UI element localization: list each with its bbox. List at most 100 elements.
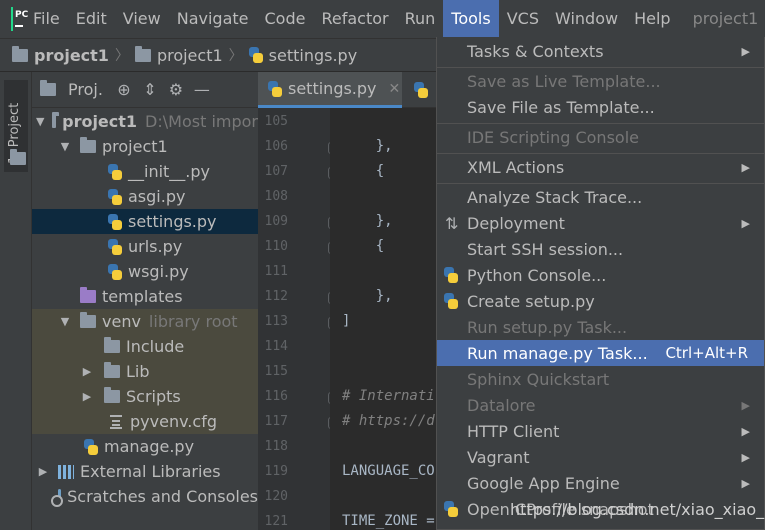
chevron-right-icon[interactable]: ▶: [80, 365, 94, 378]
menu-item-create-setup-py[interactable]: Create setup.py: [437, 288, 764, 314]
tree-item-asgi-py[interactable]: asgi.py: [32, 184, 258, 209]
tree-item-urls-py[interactable]: urls.py: [32, 234, 258, 259]
collapse-all-icon[interactable]: ⇕: [137, 80, 163, 99]
python-file-icon: [414, 82, 428, 98]
config-file-icon: [110, 414, 122, 429]
menu-vcs[interactable]: VCS: [499, 0, 547, 38]
tool-window-strip: 1: Project: [0, 72, 32, 530]
code-line: ]: [342, 313, 351, 329]
breadcrumb-item-root[interactable]: project1: [12, 45, 109, 65]
tree-item-templates[interactable]: templates: [32, 284, 258, 309]
chevron-right-icon[interactable]: ▶: [80, 390, 94, 403]
folder-icon: [40, 80, 56, 96]
chevron-right-icon: ▶: [741, 424, 750, 438]
line-number: 111: [264, 264, 288, 279]
tree-item-lib[interactable]: ▶ Lib: [32, 359, 258, 384]
line-number: 113: [264, 314, 288, 329]
window-project-title: project1: [692, 9, 759, 28]
menu-item-analyze-stack-trace[interactable]: Analyze Stack Trace...: [437, 184, 764, 210]
chevron-right-icon[interactable]: ▶: [36, 465, 50, 478]
folder-icon: [52, 112, 59, 128]
tree-item-scratches[interactable]: Scratches and Consoles: [32, 484, 258, 509]
menu-tools[interactable]: Tools: [443, 0, 499, 38]
chevron-right-icon: 〉: [228, 48, 243, 64]
breadcrumb-item-file[interactable]: settings.py: [248, 46, 357, 65]
folder-icon: [104, 362, 120, 378]
locate-icon[interactable]: ⊕: [111, 80, 137, 99]
tree-item-settings-py[interactable]: settings.py: [32, 209, 258, 234]
library-icon: [58, 464, 74, 479]
folder-icon: [104, 337, 120, 353]
chevron-down-icon[interactable]: ▼: [58, 315, 72, 328]
minimize-icon[interactable]: —: [189, 80, 215, 99]
shortcut-label: Ctrl+Alt+R: [665, 344, 748, 362]
code-line: },: [342, 138, 393, 154]
menu-item-save-file-template[interactable]: Save File as Template...: [437, 94, 764, 120]
menu-item-tasks-contexts[interactable]: Tasks & Contexts ▶: [437, 38, 764, 64]
menu-code[interactable]: Code: [257, 0, 314, 38]
menu-item-python-console[interactable]: Python Console...: [437, 262, 764, 288]
tree-item-venv[interactable]: ▼ venv library root: [32, 309, 258, 334]
chevron-right-icon: ▶: [741, 398, 750, 412]
chevron-right-icon: ▶: [741, 160, 750, 174]
tree-item-external-libraries[interactable]: ▶ External Libraries: [32, 459, 258, 484]
close-icon[interactable]: ✕: [389, 81, 401, 97]
menu-navigate[interactable]: Navigate: [169, 0, 257, 38]
tree-item-init-py[interactable]: __init__.py: [32, 159, 258, 184]
line-number: 115: [264, 364, 288, 379]
menu-item-datalore: Datalore ▶: [467, 395, 750, 415]
python-file-icon: [108, 263, 122, 280]
menu-item-google-app-engine[interactable]: Google App Engine ▶: [437, 470, 764, 496]
menu-help[interactable]: Help: [626, 0, 678, 38]
breadcrumb-item-package[interactable]: project1: [134, 45, 223, 65]
folder-icon: [10, 149, 26, 165]
menu-item-http-client[interactable]: HTTP Client ▶: [437, 418, 764, 444]
folder-icon: [134, 45, 151, 62]
chevron-right-icon: ▶: [741, 44, 750, 58]
menu-item-deployment[interactable]: ⇅ Deployment ▶: [437, 210, 764, 236]
python-file-icon: [108, 238, 122, 255]
line-number: 118: [264, 439, 288, 454]
tree-item-wsgi-py[interactable]: wsgi.py: [32, 259, 258, 284]
line-number: 112: [264, 289, 288, 304]
code-line: },: [342, 288, 393, 304]
watermark-text: https://blog.csdn.net/xiao_xiao_lan: [510, 500, 765, 519]
python-file-icon: [268, 80, 282, 97]
chevron-right-icon: ▶: [741, 476, 750, 490]
menu-item-run-manage-py-task[interactable]: Run manage.py Task... Ctrl+Alt+R: [437, 340, 764, 366]
menu-view[interactable]: View: [115, 0, 169, 38]
tab-settings-py[interactable]: settings.py ✕: [258, 72, 402, 108]
code-line: LANGUAGE_CO: [342, 463, 435, 479]
project-view-selector[interactable]: Proj.: [68, 80, 103, 99]
menu-item-save-live-template: Save as Live Template...: [467, 71, 661, 91]
folder-icon: [80, 137, 96, 153]
chevron-right-icon: ▶: [741, 216, 750, 230]
line-number: 108: [264, 189, 288, 204]
python-icon: [444, 293, 458, 309]
tree-item-include[interactable]: Include: [32, 334, 258, 359]
folder-icon: [80, 312, 96, 328]
pycharm-logo-icon: PC: [11, 7, 28, 31]
menu-run[interactable]: Run: [397, 0, 444, 38]
tree-item-manage-py[interactable]: manage.py: [32, 434, 258, 459]
line-number: 110: [264, 239, 288, 254]
menu-item-vagrant[interactable]: Vagrant ▶: [437, 444, 764, 470]
tree-item-project1-root[interactable]: ▼ project1 D:\Most impor: [32, 109, 258, 134]
tree-item-scripts[interactable]: ▶ Scripts: [32, 384, 258, 409]
chevron-down-icon[interactable]: ▼: [36, 115, 44, 128]
menu-window[interactable]: Window: [547, 0, 626, 38]
chevron-down-icon[interactable]: ▼: [58, 140, 72, 153]
menu-item-xml-actions[interactable]: XML Actions ▶: [437, 154, 764, 180]
templates-folder-icon: [80, 287, 96, 303]
menu-item-start-ssh-session[interactable]: Start SSH session...: [437, 236, 764, 262]
line-number: 121: [264, 514, 288, 529]
tree-item-pyvenv-cfg[interactable]: pyvenv.cfg: [32, 409, 258, 434]
gear-icon[interactable]: ⚙: [163, 80, 189, 99]
python-file-icon: [108, 163, 122, 180]
menu-refactor[interactable]: Refactor: [313, 0, 396, 38]
editor-gutter: 105 106 107 108 109 110 111 112 113 114 …: [258, 108, 337, 530]
tree-item-project1[interactable]: ▼ project1: [32, 134, 258, 159]
scratch-icon: [50, 488, 64, 507]
menu-file[interactable]: File: [25, 0, 68, 38]
menu-edit[interactable]: Edit: [68, 0, 115, 38]
